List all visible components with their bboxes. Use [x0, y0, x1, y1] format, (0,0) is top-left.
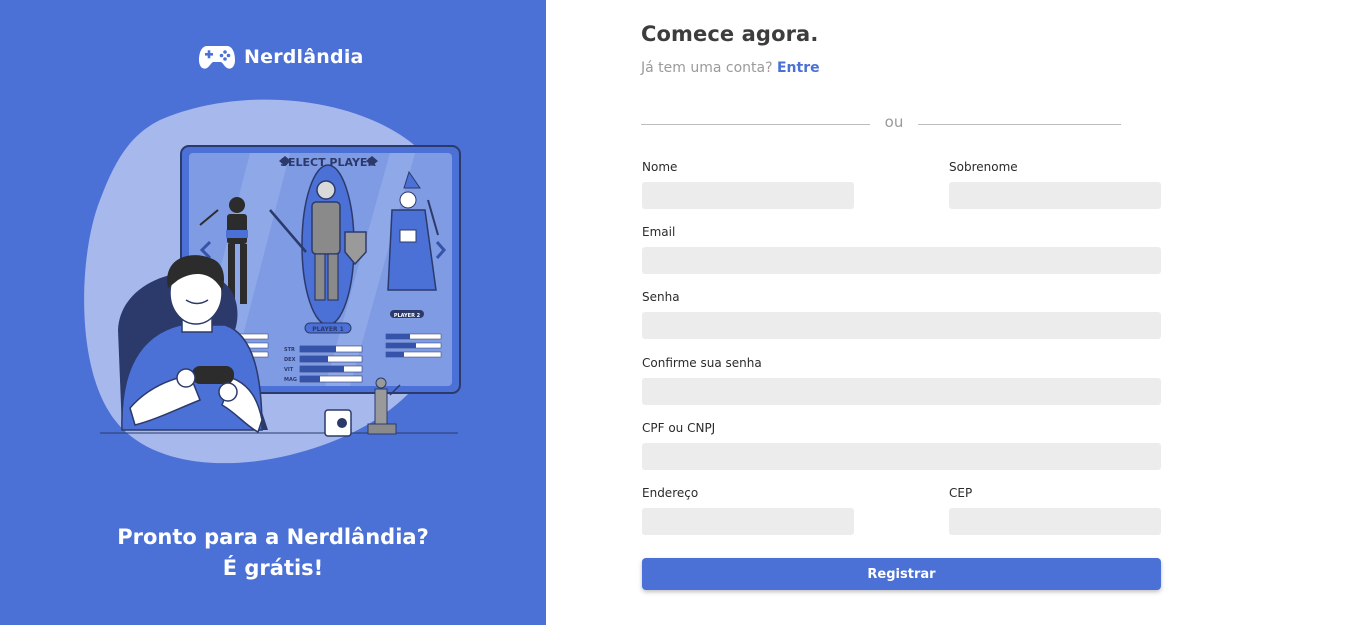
login-prompt-text: Já tem uma conta?	[641, 60, 773, 76]
zip-input[interactable]	[949, 508, 1161, 535]
svg-text:STR: STR	[284, 347, 295, 353]
document-label: CPF ou CNPJ	[642, 421, 716, 435]
register-button[interactable]: Registrar	[642, 558, 1161, 590]
confirm-password-label: Confirme sua senha	[642, 356, 762, 370]
address-input[interactable]	[642, 508, 854, 535]
divider-line-right	[918, 124, 1121, 125]
first-name-label: Nome	[642, 160, 678, 174]
form-title: Comece agora.	[641, 22, 819, 46]
zip-label: CEP	[949, 486, 973, 500]
confirm-password-input[interactable]	[642, 378, 1161, 405]
player1-label: PLAYER 1	[312, 326, 344, 333]
svg-text:VIT: VIT	[284, 367, 294, 373]
brand-name: Nerdlândia	[244, 46, 364, 68]
login-prompt: Já tem uma conta? Entre	[641, 60, 820, 76]
mug	[324, 409, 352, 437]
document-input[interactable]	[642, 443, 1161, 470]
signup-page: SELECT PLAYER PLAYER 1 PLAYER 2 STR DEX …	[0, 0, 1366, 625]
signup-form-panel: Comece agora. Já tem uma conta? Entre ou…	[546, 0, 1366, 625]
password-label: Senha	[642, 290, 680, 304]
address-label: Endereço	[642, 486, 699, 500]
divider-text: ou	[884, 113, 904, 131]
or-divider: ou	[641, 113, 1121, 135]
first-name-input[interactable]	[642, 182, 854, 209]
last-name-label: Sobrenome	[949, 160, 1018, 174]
email-label: Email	[642, 225, 676, 239]
divider-line-left	[641, 124, 870, 125]
last-name-input[interactable]	[949, 182, 1161, 209]
tagline-line2: É grátis!	[222, 556, 324, 580]
tagline-line1: Pronto para a Nerdlândia?	[117, 525, 429, 549]
gamepad-icon	[199, 46, 235, 69]
email-input[interactable]	[642, 247, 1161, 274]
svg-text:MAG: MAG	[284, 377, 297, 383]
hero-panel: SELECT PLAYER PLAYER 1 PLAYER 2 STR DEX …	[0, 0, 546, 625]
password-input[interactable]	[642, 312, 1161, 339]
player2-label: PLAYER 2	[394, 313, 421, 319]
brand-logo[interactable]: Nerdlândia	[198, 42, 364, 72]
hero-tagline: Pronto para a Nerdlândia? É grátis!	[0, 522, 546, 584]
login-link[interactable]: Entre	[777, 60, 820, 76]
svg-text:DEX: DEX	[284, 357, 296, 363]
